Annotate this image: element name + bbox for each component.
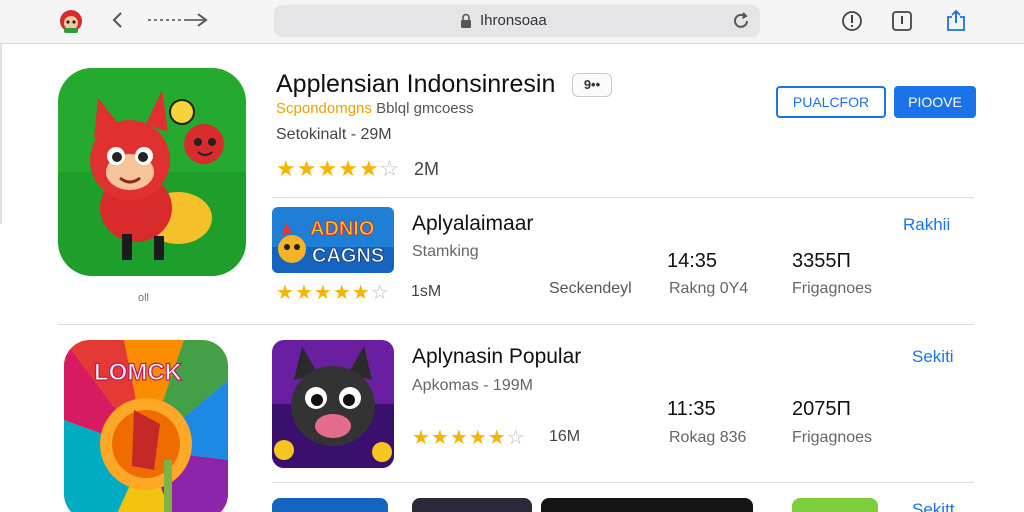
row-2-app-icon[interactable]: [272, 340, 394, 468]
star-filled-icon: ★: [412, 427, 431, 449]
star-filled-icon: ★: [296, 156, 318, 181]
row-3-screenshot-2[interactable]: [541, 498, 753, 512]
reload-icon[interactable]: [730, 10, 752, 32]
star-filled-icon: ★: [332, 282, 352, 304]
browser-toolbar: Ihronsoaa: [0, 0, 1024, 44]
side-app-icon[interactable]: LOMCK: [64, 340, 228, 512]
bookmark-icon[interactable]: [890, 9, 914, 33]
url-text: Ihronsoaa: [480, 12, 547, 29]
divider: [272, 482, 974, 483]
row-1-app-icon[interactable]: ADNIO CAGNS: [272, 207, 394, 273]
more-options-button[interactable]: 9••: [572, 73, 612, 97]
star-filled-icon: ★: [313, 282, 333, 304]
row-1-stat1-label: Rakng 0Y4: [669, 280, 749, 297]
share-icon[interactable]: [944, 9, 968, 33]
chevron-left-icon[interactable]: [108, 8, 128, 32]
featured-app-title: Applensian Indonsinresin: [276, 70, 556, 98]
row-2-get-link[interactable]: Sekiti: [912, 347, 954, 367]
star-filled-icon: ★: [276, 282, 295, 304]
star-empty-icon: ☆: [370, 282, 390, 304]
row-2-stat2-value: 2075Π: [792, 398, 851, 420]
row-1-stat2-value: 3355Π: [792, 250, 851, 272]
row-2-rating-count: 16M: [549, 428, 581, 445]
row-2-subtitle: Apkomas - 199M: [412, 377, 533, 394]
row-3-screenshot-1[interactable]: [412, 498, 532, 512]
row-2-title[interactable]: Aplynasin Popular: [412, 345, 581, 369]
row-1-title[interactable]: Aplyalaimaar: [412, 212, 533, 236]
star-filled-icon: ★: [358, 156, 380, 181]
row-2-stat2-label: Frigagnoes: [792, 429, 873, 446]
row-1-icon-text-bottom: CAGNS: [312, 245, 384, 267]
divider: [272, 197, 974, 198]
arrow-right-icon[interactable]: [146, 10, 216, 30]
row-1-get-link[interactable]: Rakhii: [903, 215, 950, 235]
row-3-app-icon[interactable]: [272, 498, 388, 512]
row-2-stat1-value: 11:35: [667, 398, 716, 420]
row-1-stat1-value: 14:35: [667, 250, 718, 272]
row-2-stat1-label: Rokag 836: [669, 429, 747, 446]
star-filled-icon: ★: [468, 427, 488, 449]
secondary-button[interactable]: PUALCFOR: [776, 86, 886, 118]
row-1-rating-stars: ★★★★★☆: [276, 280, 390, 305]
featured-rating-count: 2M: [414, 159, 440, 179]
featured-size: Setokinalt - 29M: [276, 126, 392, 143]
row-1-icon-text-top: ADNIO: [310, 218, 374, 240]
divider: [58, 324, 974, 325]
star-filled-icon: ★: [430, 427, 450, 449]
star-filled-icon: ★: [351, 282, 371, 304]
row-1-stat2-label: Frigagnoes: [792, 280, 873, 297]
row-2-rating-stars: ★★★★★☆: [412, 425, 526, 450]
row-1-subtitle: Stamking: [412, 243, 479, 260]
featured-rating-stars: ★★★★★☆: [276, 156, 400, 182]
star-filled-icon: ★: [294, 282, 314, 304]
mascot-logo-icon[interactable]: [56, 6, 86, 36]
developer-brand[interactable]: Scpondomgns: [276, 100, 372, 117]
row-3-screenshot-3[interactable]: [792, 498, 878, 512]
featured-app-icon[interactable]: [58, 68, 246, 276]
info-icon[interactable]: [840, 9, 864, 33]
side-icon-text: LOMCK: [94, 359, 183, 386]
star-empty-icon: ☆: [506, 427, 526, 449]
star-filled-icon: ★: [276, 156, 297, 181]
row-3-get-link[interactable]: Sekitt: [912, 500, 955, 512]
featured-icon-caption: oll: [138, 292, 150, 304]
left-edge-divider: [0, 44, 2, 224]
star-empty-icon: ☆: [379, 156, 401, 181]
star-filled-icon: ★: [487, 427, 507, 449]
star-filled-icon: ★: [317, 156, 339, 181]
row-1-rating-count: 1sM: [411, 283, 442, 300]
star-filled-icon: ★: [449, 427, 469, 449]
primary-button[interactable]: PIOOVE: [894, 86, 976, 118]
address-bar[interactable]: Ihronsoaa: [274, 5, 760, 37]
row-1-category: Seckendeyl: [549, 280, 632, 297]
lock-icon: [460, 13, 472, 29]
star-filled-icon: ★: [338, 156, 359, 181]
featured-developer[interactable]: Scpondomgns Bblql gmcoess: [276, 100, 474, 117]
developer-meta: Bblql gmcoess: [376, 100, 474, 117]
